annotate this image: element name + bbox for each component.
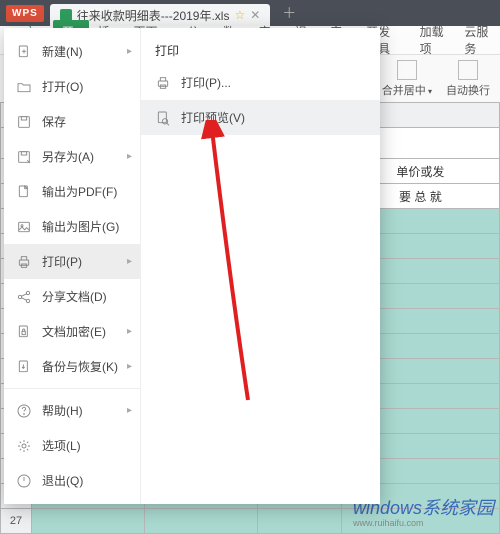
- wrap-text-button[interactable]: 自动换行: [442, 58, 494, 100]
- chevron-right-icon: ▸: [127, 326, 132, 337]
- close-tab-icon[interactable]: ✕: [250, 8, 260, 22]
- file-menu-exit[interactable]: 退出(Q): [4, 463, 140, 498]
- file-menu-label: 输出为图片(G): [42, 218, 119, 235]
- watermark-url: www.ruihaifu.com: [353, 518, 494, 528]
- file-dropdown-menu: 新建(N) ▸ 打开(O) 保存另存为(A) ▸ 输出为PDF(F) 输出为图片(G) 打印(…: [4, 28, 380, 504]
- tab-addin[interactable]: 加载项: [411, 23, 456, 57]
- document-tab-title: 往来收款明细表---2019年.xls: [77, 7, 230, 24]
- file-menu-share[interactable]: 分享文档(D): [4, 279, 140, 314]
- save-icon: [16, 114, 32, 130]
- file-menu-pdf[interactable]: 输出为PDF(F): [4, 174, 140, 209]
- merge-label: 合并居中: [382, 85, 426, 97]
- options-icon: [16, 438, 32, 454]
- submenu-title: 打印: [141, 36, 380, 65]
- chevron-right-icon: ▸: [127, 405, 132, 416]
- wrap-icon: [458, 60, 478, 80]
- chevron-right-icon: ▸: [127, 361, 132, 372]
- submenu-label: 打印(P)...: [181, 74, 231, 91]
- file-menu-label: 打印(P): [42, 253, 82, 270]
- chevron-right-icon: ▸: [127, 151, 132, 162]
- caret-down-icon: ▾: [426, 87, 432, 96]
- file-menu-label: 文档加密(E): [42, 323, 106, 340]
- new-icon: [16, 44, 32, 60]
- chevron-right-icon: ▸: [127, 46, 132, 57]
- app-logo: WPS: [6, 5, 44, 22]
- file-menu-options[interactable]: 选项(L): [4, 428, 140, 463]
- file-menu-left-pane: 新建(N) ▸ 打开(O) 保存另存为(A) ▸ 输出为PDF(F) 输出为图片(G) 打印(…: [4, 28, 141, 504]
- pdf-icon: [16, 184, 32, 200]
- submenu-print-preview[interactable]: 打印预览(V): [141, 100, 380, 135]
- row-header[interactable]: 27: [1, 509, 32, 534]
- file-menu-label: 退出(Q): [42, 472, 83, 489]
- backup-icon: [16, 359, 32, 375]
- exit-icon: [16, 473, 32, 489]
- saveas-icon: [16, 149, 32, 165]
- merge-icon: [397, 60, 417, 80]
- file-menu-label: 备份与恢复(K): [42, 358, 118, 375]
- file-menu-backup[interactable]: 备份与恢复(K) ▸: [4, 349, 140, 384]
- help-icon: [16, 403, 32, 419]
- printer-icon: [155, 75, 171, 91]
- star-icon[interactable]: ☆: [234, 8, 245, 22]
- print-icon: [16, 254, 32, 270]
- file-menu-saveas[interactable]: 另存为(A) ▸: [4, 139, 140, 174]
- wrap-label: 自动换行: [446, 82, 490, 98]
- file-menu-label: 输出为PDF(F): [42, 183, 117, 200]
- tab-cloud[interactable]: 云服务: [455, 23, 500, 57]
- file-menu-img[interactable]: 输出为图片(G): [4, 209, 140, 244]
- file-menu-print[interactable]: 打印(P) ▸: [4, 244, 140, 279]
- share-icon: [16, 289, 32, 305]
- file-menu-new[interactable]: 新建(N) ▸: [4, 34, 140, 69]
- new-tab-button[interactable]: ＋: [282, 3, 296, 23]
- submenu-print[interactable]: 打印(P)...: [141, 65, 380, 100]
- encrypt-icon: [16, 324, 32, 340]
- file-menu-open[interactable]: 打开(O): [4, 69, 140, 104]
- file-menu-save[interactable]: 保存: [4, 104, 140, 139]
- file-menu-label: 帮助(H): [42, 402, 83, 419]
- submenu-label: 打印预览(V): [181, 109, 245, 126]
- file-menu-label: 保存: [42, 113, 66, 130]
- file-menu-help[interactable]: 帮助(H) ▸: [4, 393, 140, 428]
- merge-center-button[interactable]: 合并居中 ▾: [378, 58, 436, 100]
- file-menu-label: 选项(L): [42, 437, 81, 454]
- file-menu-encrypt[interactable]: 文档加密(E) ▸: [4, 314, 140, 349]
- file-menu-label: 另存为(A): [42, 148, 94, 165]
- file-menu-label: 新建(N): [42, 43, 83, 60]
- print-preview-icon: [155, 110, 171, 126]
- img-icon: [16, 219, 32, 235]
- open-icon: [16, 79, 32, 95]
- file-menu-label: 分享文档(D): [42, 288, 107, 305]
- chevron-right-icon: ▸: [127, 256, 132, 267]
- file-menu-right-pane: 打印 打印(P)... 打印预览(V): [141, 28, 380, 504]
- file-menu-label: 打开(O): [42, 78, 83, 95]
